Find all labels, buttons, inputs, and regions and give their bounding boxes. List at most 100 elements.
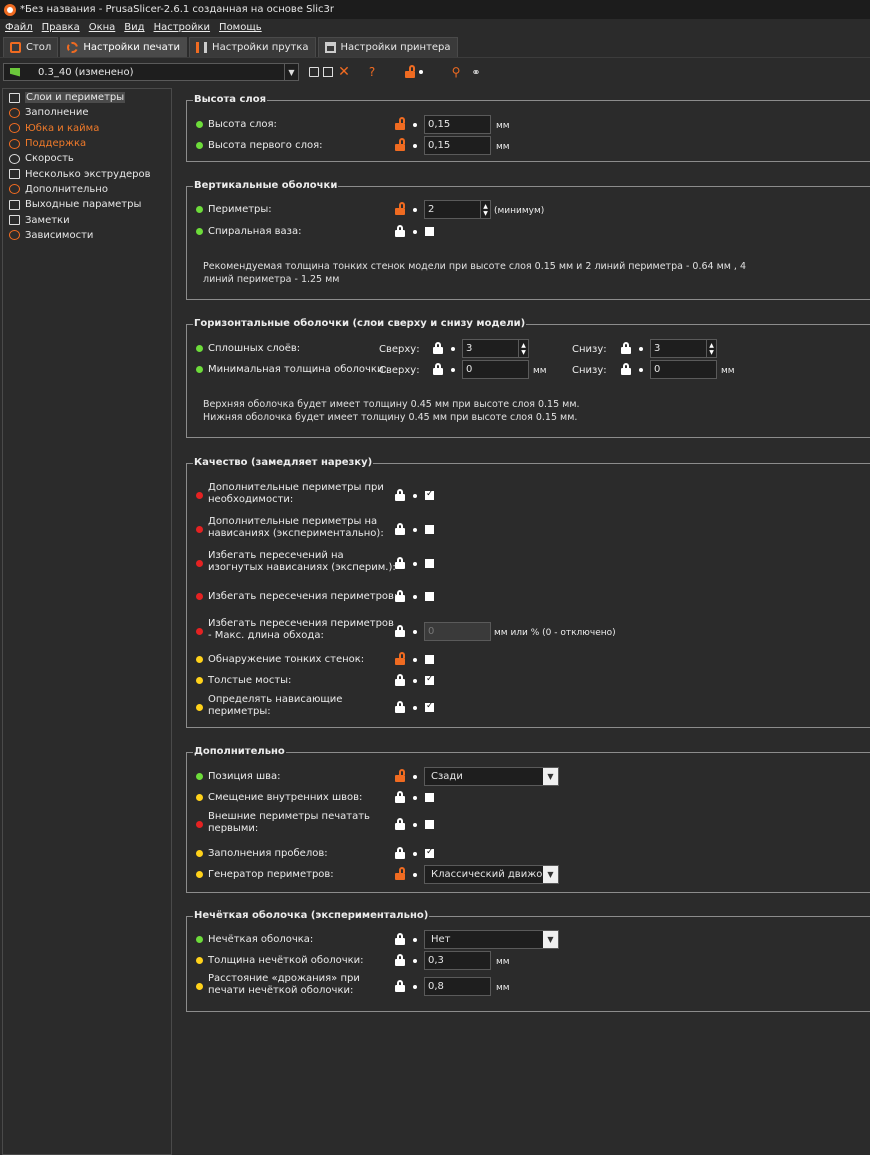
perimeters-spinner[interactable]: 2 ▲ ▼ (424, 200, 491, 219)
lock-icon[interactable] (395, 557, 405, 569)
bottom-solid-layers-spinner[interactable]: 3 ▲ ▼ (650, 339, 717, 358)
spin-arrows-icon[interactable]: ▲ ▼ (518, 340, 528, 357)
perimeter-generator-select[interactable]: Классический движок ▼ (424, 865, 559, 884)
system-value-dot-icon[interactable] (413, 528, 417, 532)
top-solid-layers-spinner[interactable]: 3 ▲ ▼ (462, 339, 529, 358)
unlock-icon[interactable] (395, 769, 405, 782)
thin-walls-checkbox[interactable] (425, 655, 434, 664)
lock-icon[interactable] (621, 342, 631, 354)
chevron-down-icon[interactable]: ▼ (543, 866, 558, 883)
system-value-dot-icon[interactable] (639, 347, 643, 351)
system-value-dot-icon[interactable] (413, 985, 417, 989)
lock-icon[interactable] (395, 791, 405, 803)
lock-icon[interactable] (395, 489, 405, 501)
lock-icon[interactable] (395, 818, 405, 830)
sidebar-item-dependencies[interactable]: Зависимости (3, 228, 171, 243)
sidebar-item-infill[interactable]: Заполнение (3, 105, 171, 120)
unlock-icon[interactable] (405, 65, 415, 78)
spin-arrows-icon[interactable]: ▲ ▼ (480, 201, 490, 218)
first-layer-height-input[interactable]: 0,15 (424, 136, 491, 155)
fuzzy-point-distance-input[interactable]: 0,8 (424, 977, 491, 996)
chevron-down-icon[interactable]: ▼ (543, 931, 558, 948)
sidebar-item-extruders[interactable]: Несколько экструдеров (3, 166, 171, 181)
fuzzy-thickness-input[interactable]: 0,3 (424, 951, 491, 970)
delete-preset-icon[interactable]: ✕ (337, 64, 351, 80)
avoid-crossing-checkbox[interactable] (425, 592, 434, 601)
thick-bridges-checkbox[interactable] (425, 674, 434, 685)
lock-icon[interactable] (395, 933, 405, 945)
dot-icon[interactable] (419, 70, 423, 74)
spiral-vase-checkbox[interactable] (425, 227, 434, 236)
lock-icon[interactable] (395, 701, 405, 713)
tab-filament-settings[interactable]: Настройки прутка (189, 37, 316, 57)
overhang-perimeters-checkbox[interactable] (425, 525, 434, 534)
system-value-dot-icon[interactable] (413, 823, 417, 827)
external-first-checkbox[interactable] (425, 820, 434, 829)
system-value-dot-icon[interactable] (639, 368, 643, 372)
sidebar-item-speed[interactable]: Скорость (3, 151, 171, 166)
gap-fill-checkbox[interactable] (425, 847, 434, 858)
sidebar-item-skirt[interactable]: Юбка и кайма (3, 121, 171, 136)
lock-icon[interactable] (433, 363, 443, 375)
unlock-icon[interactable] (395, 117, 405, 130)
menu-view[interactable]: Вид (124, 22, 144, 33)
tab-printer-settings[interactable]: Настройки принтера (317, 37, 458, 57)
lock-icon[interactable] (395, 980, 405, 992)
preset-combobox[interactable]: 0.3_40 (изменено) ▼ (3, 63, 299, 81)
menu-configuration[interactable]: Настройки (154, 22, 210, 33)
system-value-dot-icon[interactable] (413, 938, 417, 942)
menu-help[interactable]: Помощь (219, 22, 262, 33)
save-preset-icon[interactable] (309, 67, 319, 77)
spin-arrows-icon[interactable]: ▲ ▼ (706, 340, 716, 357)
top-min-thickness-input[interactable]: 0 (462, 360, 529, 379)
chevron-down-icon[interactable]: ▼ (284, 64, 298, 80)
extra-perimeters-checkbox[interactable] (425, 489, 434, 500)
avoid-curled-checkbox[interactable] (425, 559, 434, 568)
unlock-icon[interactable] (395, 138, 405, 151)
system-value-dot-icon[interactable] (413, 123, 417, 127)
tab-plater[interactable]: Стол (3, 37, 59, 57)
system-value-dot-icon[interactable] (413, 873, 417, 877)
system-value-dot-icon[interactable] (413, 230, 417, 234)
system-value-dot-icon[interactable] (451, 347, 455, 351)
menu-window[interactable]: Окна (89, 22, 116, 33)
sidebar-item-support[interactable]: Поддержка (3, 136, 171, 151)
menu-file[interactable]: Файл (5, 22, 33, 33)
sidebar-item-output[interactable]: Выходные параметры (3, 197, 171, 212)
system-value-dot-icon[interactable] (413, 796, 417, 800)
system-value-dot-icon[interactable] (451, 368, 455, 372)
unlock-icon[interactable] (395, 867, 405, 880)
layer-height-input[interactable]: 0,15 (424, 115, 491, 134)
sidebar-item-advanced[interactable]: Дополнительно (3, 182, 171, 197)
lock-icon[interactable] (621, 363, 631, 375)
rename-preset-icon[interactable] (323, 67, 333, 77)
sidebar-item-notes[interactable]: Заметки (3, 212, 171, 227)
search-icon[interactable]: ⚲ (449, 65, 463, 79)
lock-icon[interactable] (395, 590, 405, 602)
system-value-dot-icon[interactable] (413, 208, 417, 212)
system-value-dot-icon[interactable] (413, 595, 417, 599)
system-value-dot-icon[interactable] (413, 959, 417, 963)
compare-icon[interactable]: ⚭ (469, 65, 483, 79)
system-value-dot-icon[interactable] (413, 494, 417, 498)
system-value-dot-icon[interactable] (413, 658, 417, 662)
fuzzy-skin-select[interactable]: Нет ▼ (424, 930, 559, 949)
system-value-dot-icon[interactable] (413, 562, 417, 566)
chevron-down-icon[interactable]: ▼ (543, 768, 558, 785)
lock-icon[interactable] (395, 954, 405, 966)
max-detour-input[interactable]: 0 (424, 622, 491, 641)
sidebar-item-layers[interactable]: Слои и периметры (3, 90, 171, 105)
system-value-dot-icon[interactable] (413, 852, 417, 856)
question-icon[interactable]: ? (365, 65, 379, 79)
lock-icon[interactable] (433, 342, 443, 354)
system-value-dot-icon[interactable] (413, 679, 417, 683)
tab-print-settings[interactable]: Настройки печати (60, 37, 188, 57)
lock-icon[interactable] (395, 847, 405, 859)
unlock-icon[interactable] (395, 202, 405, 215)
system-value-dot-icon[interactable] (413, 630, 417, 634)
lock-icon[interactable] (395, 523, 405, 535)
staggered-seams-checkbox[interactable] (425, 793, 434, 802)
lock-icon[interactable] (395, 674, 405, 686)
lock-icon[interactable] (395, 225, 405, 237)
bottom-min-thickness-input[interactable]: 0 (650, 360, 717, 379)
